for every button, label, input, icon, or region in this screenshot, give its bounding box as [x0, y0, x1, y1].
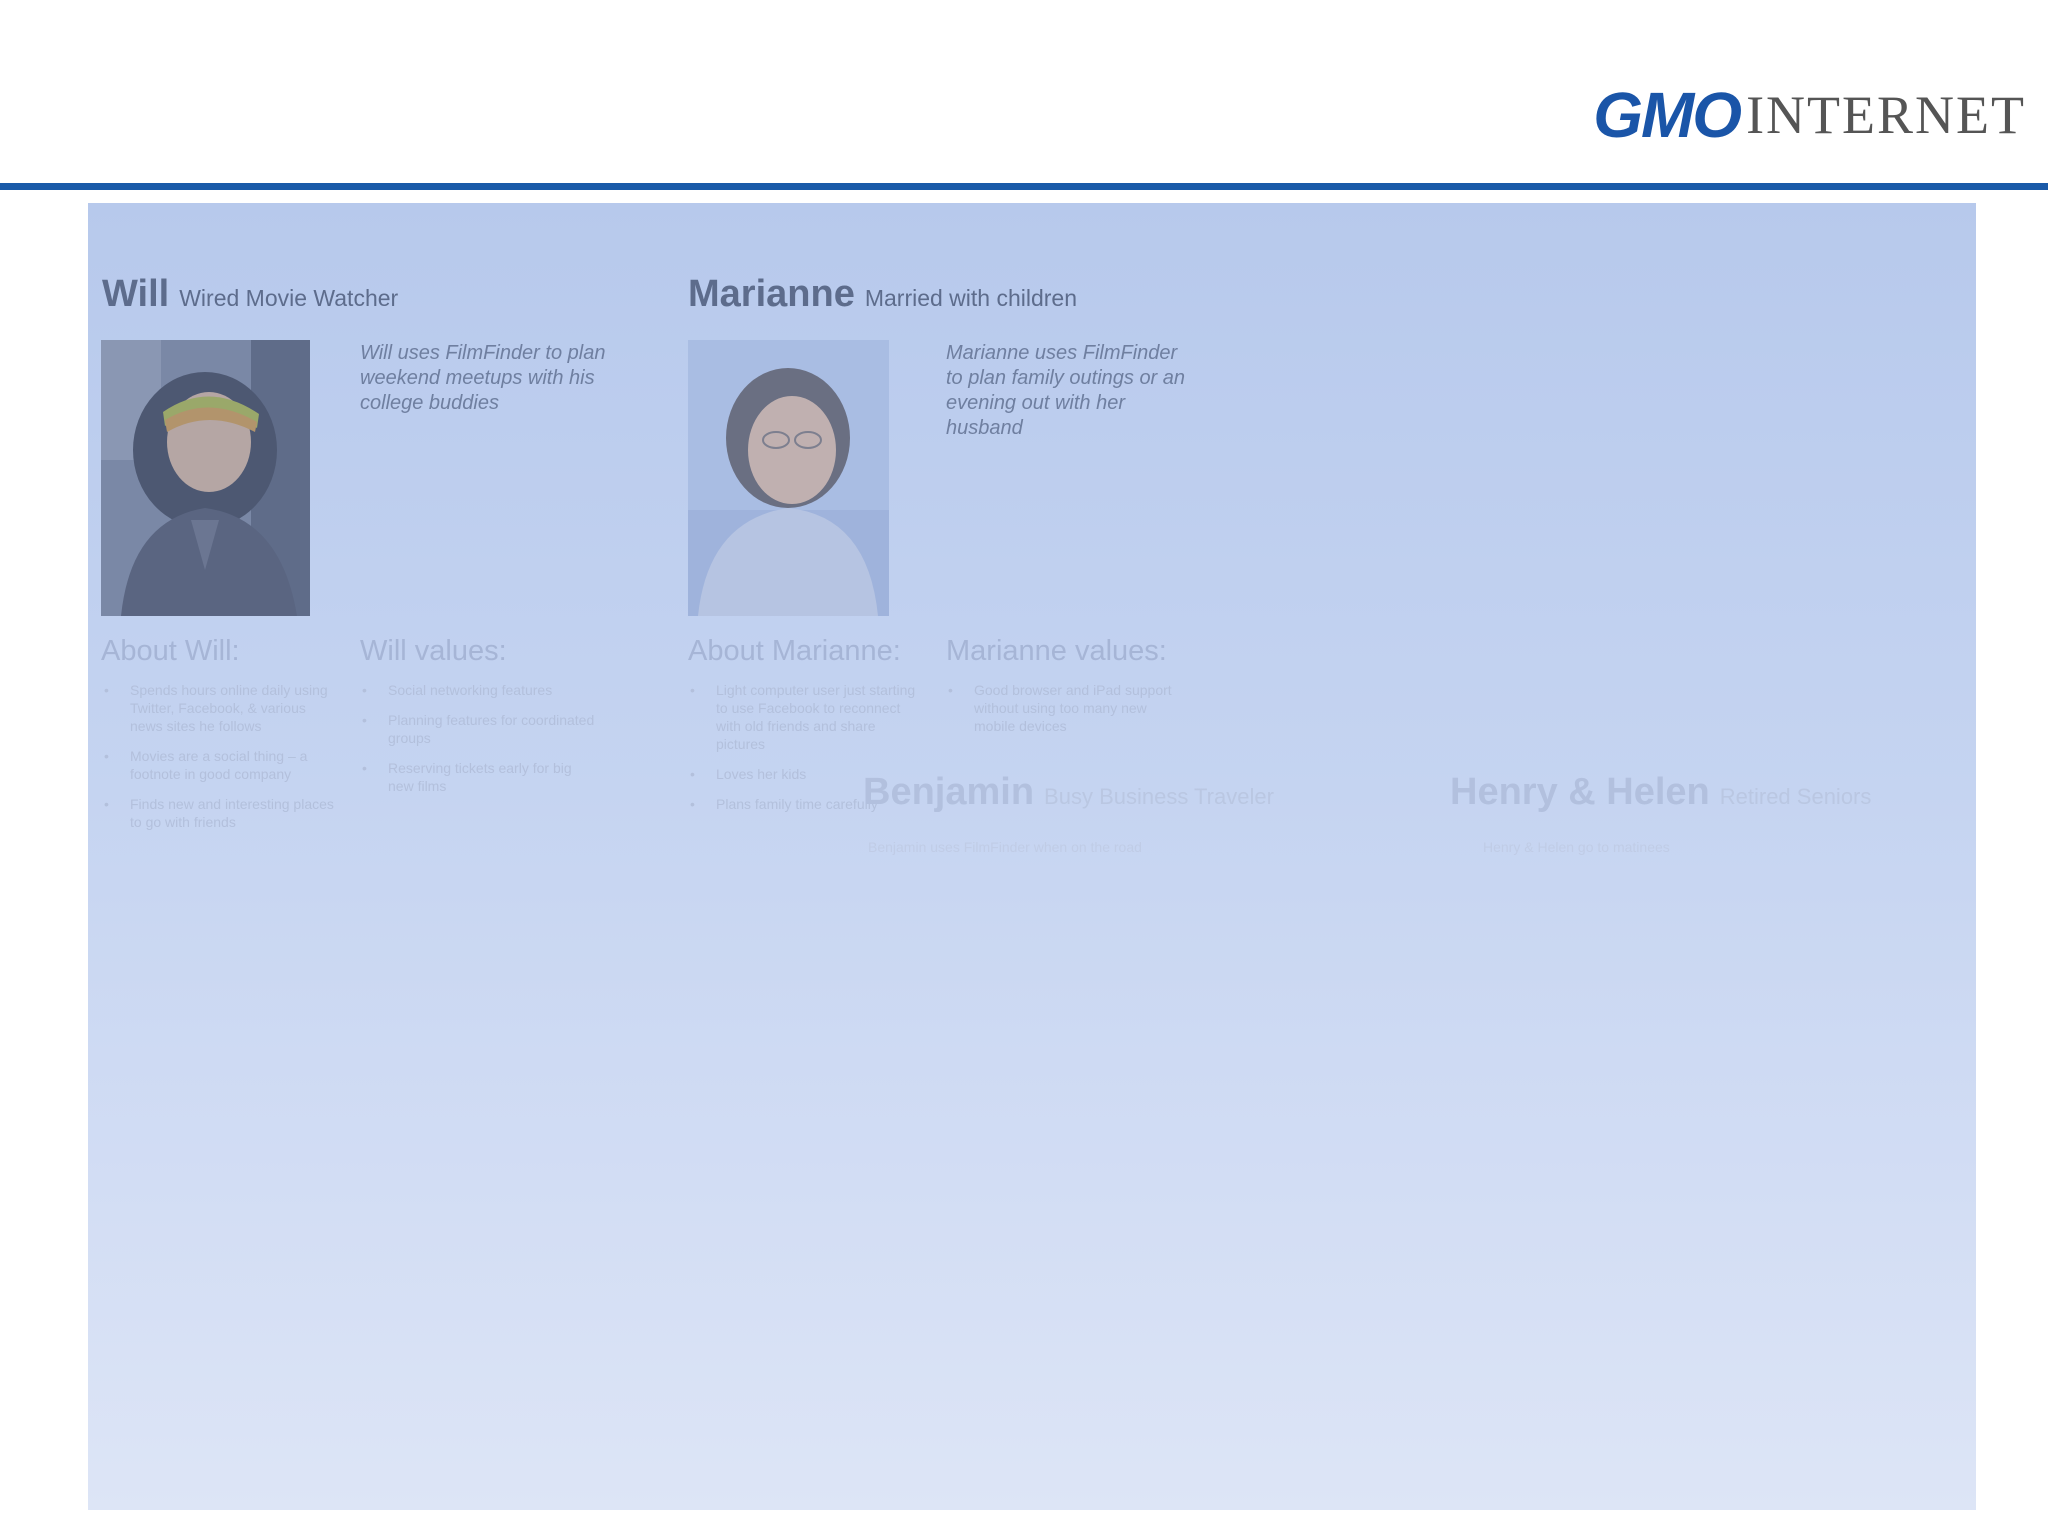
persona-tagline: Busy Business Traveler: [1044, 784, 1274, 809]
persona-tagline: Wired Movie Watcher: [179, 285, 399, 311]
logo-gmo-text: GMO: [1593, 79, 1742, 151]
about-will-heading: About Will:: [101, 635, 240, 667]
persona-name: Henry & Helen: [1450, 771, 1710, 813]
marianne-quote: Marianne uses FilmFinder to plan family …: [946, 342, 1186, 439]
persona-title-marianne: Marianne Married with children: [688, 273, 1077, 316]
list-item: Reserving tickets early for big new film…: [362, 759, 598, 795]
will-quote: Will uses FilmFinder to plan weekend mee…: [360, 342, 606, 414]
gmo-internet-logo: GMO INTERNET: [1593, 79, 2026, 151]
marianne-values-heading: Marianne values:: [946, 635, 1167, 667]
persona-name: Will: [102, 273, 170, 315]
will-values-heading: Will values:: [360, 635, 507, 667]
persona-tagline: Married with children: [864, 285, 1078, 311]
about-will-list: Spends hours online daily using Twitter,…: [102, 681, 340, 843]
marianne-photo: [688, 340, 889, 616]
list-item: Light computer user just starting to use…: [690, 681, 926, 753]
list-item: Good browser and iPad support without us…: [948, 681, 1184, 735]
persona-name: Marianne: [688, 273, 855, 315]
marianne-photo-image: [688, 340, 889, 616]
logo-internet-text: INTERNET: [1746, 85, 2026, 145]
persona-panel: Will Wired Movie Watcher Will uses FilmFi…: [88, 203, 1976, 1510]
header-divider: [0, 183, 2048, 190]
persona-name: Benjamin: [863, 771, 1035, 813]
henry-helen-line: Henry & Helen go to matinees: [1483, 839, 1670, 855]
persona-title-will: Will Wired Movie Watcher: [102, 273, 398, 316]
list-item: Planning features for coordinated groups: [362, 711, 598, 747]
persona-tagline: Retired Seniors: [1719, 784, 1872, 809]
list-item: Spends hours online daily using Twitter,…: [104, 681, 340, 735]
will-photo: [101, 340, 310, 616]
about-marianne-heading: About Marianne:: [688, 635, 901, 667]
marianne-values-list: Good browser and iPad support without us…: [946, 681, 1184, 747]
persona-title-henry-helen: Henry & Helen Retired Seniors: [1450, 771, 1871, 814]
persona-title-benjamin: Benjamin Busy Business Traveler: [863, 771, 1274, 814]
list-item: Social networking features: [362, 681, 598, 699]
list-item: Finds new and interesting places to go w…: [104, 795, 340, 831]
list-item: Movies are a social thing – a footnote i…: [104, 747, 340, 783]
benjamin-line: Benjamin uses FilmFinder when on the roa…: [868, 839, 1142, 855]
will-photo-image: [101, 340, 310, 616]
will-values-list: Social networking features Planning feat…: [360, 681, 598, 807]
slide: GMO INTERNET Will Wired Movie Watcher Wil…: [0, 0, 2048, 1536]
